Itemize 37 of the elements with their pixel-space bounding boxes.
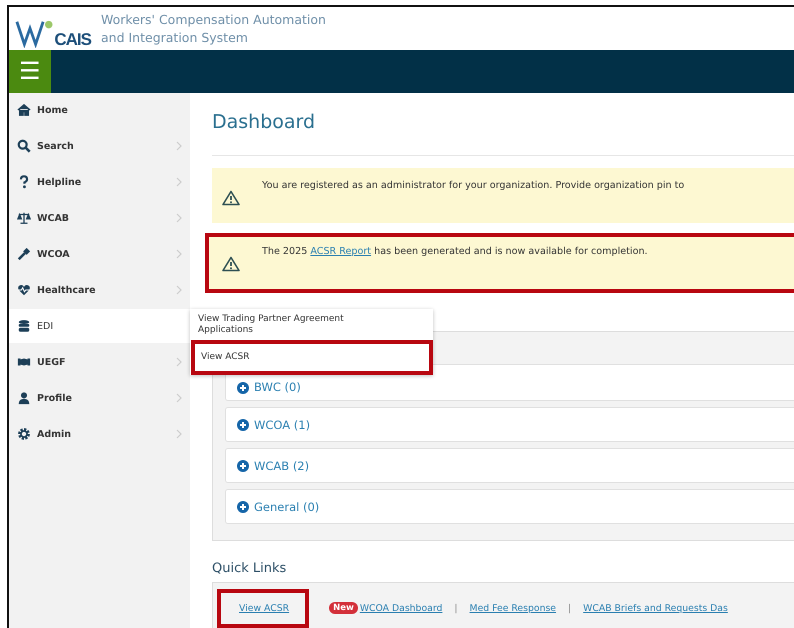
warning-icon: [222, 256, 240, 272]
new-badge: New: [329, 602, 358, 614]
plus-circle-icon: [237, 382, 249, 394]
person-icon: [17, 391, 31, 405]
quick-link[interactable]: WCAB Briefs and Requests Das: [583, 602, 728, 614]
gear-icon: [17, 427, 31, 441]
search-icon: [17, 139, 31, 153]
quick-link[interactable]: WCOA Dashboard: [360, 602, 442, 614]
question-icon: [17, 175, 31, 189]
separator: |: [568, 602, 572, 614]
accordion-item[interactable]: WCAB (2): [225, 448, 794, 483]
menu-item[interactable]: View Trading Partner Agreement Applications: [190, 309, 433, 340]
app-title: Workers' Compensation Automation: [101, 10, 326, 28]
plus-circle-icon: [237, 460, 249, 472]
accordion-item[interactable]: General (0): [225, 489, 794, 524]
warning-icon: [222, 190, 240, 206]
plus-circle-icon: [237, 418, 249, 430]
alert-text: You are registered as an administrator for your organization. Provide organization pin to: [262, 180, 684, 191]
page-title: Dashboard: [212, 111, 316, 135]
home-icon: [17, 103, 31, 117]
accordion-item[interactable]: WCOA (1): [225, 407, 794, 442]
app-title: and Integration System: [101, 28, 249, 46]
report-link[interactable]: ACSR Report: [310, 246, 372, 257]
heartbeat-icon: [17, 283, 31, 297]
logo-text: CAIS: [54, 30, 91, 48]
quick-link[interactable]: Med Fee Response: [470, 602, 556, 614]
menu-item[interactable]: View ACSR: [191, 340, 433, 375]
sidebar-item[interactable]: EDI: [9, 309, 190, 343]
scales-icon: [17, 211, 31, 225]
separator: |: [454, 602, 458, 614]
plus-circle-icon: [237, 500, 249, 512]
section-heading: Quick Links: [212, 561, 288, 576]
gavel-icon: [17, 247, 31, 261]
database-icon: [17, 319, 31, 333]
quick-link[interactable]: View ACSR: [239, 602, 290, 614]
alert-text: The 2025 ACSR Report has been generated and is now available for completion.: [262, 246, 648, 257]
menu-button[interactable]: ☰: [9, 50, 51, 93]
